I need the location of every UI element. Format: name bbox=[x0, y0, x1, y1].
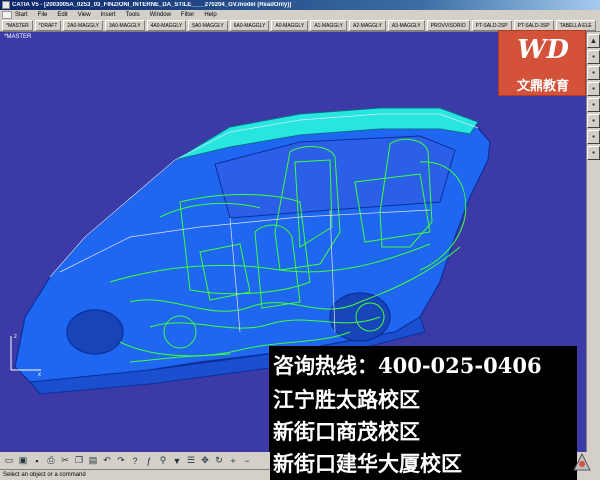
ad-campus-3: 新街口建华大厦校区 bbox=[273, 451, 462, 476]
menu-help[interactable]: Help bbox=[204, 12, 216, 18]
catia-app-icon bbox=[2, 1, 10, 9]
menu-edit[interactable]: Edit bbox=[57, 12, 67, 18]
tool-button-select[interactable]: ▲ bbox=[587, 34, 600, 48]
tool-button-5[interactable]: ▪ bbox=[587, 98, 600, 112]
menu-bar: Start File Edit View Insert Tools Window… bbox=[0, 10, 600, 20]
layer-tab-5a0[interactable]: 5A0-MAGGLY bbox=[188, 20, 228, 31]
tree-icon[interactable]: ☰ bbox=[185, 455, 197, 467]
zoom-out-icon[interactable]: − bbox=[241, 455, 253, 467]
menu-tools[interactable]: Tools bbox=[126, 12, 140, 18]
tool-button-8[interactable]: ▪ bbox=[587, 146, 600, 160]
menu-start[interactable]: Start bbox=[15, 12, 28, 18]
tool-button-3[interactable]: ▪ bbox=[587, 66, 600, 80]
layer-tab-master[interactable]: *MASTER bbox=[2, 20, 33, 31]
rear-wheel-arch bbox=[329, 292, 391, 342]
axis-x-label: x bbox=[38, 372, 41, 378]
search-icon[interactable]: ⚲ bbox=[157, 455, 169, 467]
open-icon[interactable]: ▣ bbox=[17, 455, 29, 467]
layer-tab-draft[interactable]: *DRAFT bbox=[34, 20, 62, 31]
tool-button-4[interactable]: ▪ bbox=[587, 82, 600, 96]
axis-z-label: z bbox=[14, 334, 17, 340]
layer-tab-4a0[interactable]: 4A0-MAGGLY bbox=[146, 20, 187, 31]
copy-icon[interactable]: ❐ bbox=[73, 455, 85, 467]
menu-insert[interactable]: Insert bbox=[101, 12, 116, 18]
ad-campus-2: 新街口商茂校区 bbox=[273, 419, 420, 444]
layer-tab-a2[interactable]: A2-MAGGLY bbox=[349, 20, 386, 31]
logo-name: 文鼎教育 bbox=[516, 79, 569, 94]
layer-tab-a1[interactable]: A1-MAGGLY bbox=[310, 20, 347, 31]
filter-icon[interactable]: ▼ bbox=[171, 455, 183, 467]
logo-mark: WD bbox=[517, 35, 569, 65]
save-icon[interactable]: ▪ bbox=[31, 455, 43, 467]
tool-button-2[interactable]: ▪ bbox=[587, 50, 600, 64]
layer-tab-a0[interactable]: A0-MAGGLY bbox=[271, 20, 309, 31]
tool-button-7[interactable]: ▪ bbox=[587, 130, 600, 144]
catia-logo-icon bbox=[573, 452, 591, 471]
layer-tab-3a0[interactable]: 3A0-MAGGLY bbox=[105, 20, 145, 31]
advertisement-overlay: 咨询热线：400-025-0406 江宁胜太路校区 新街口商茂校区 新街口建华大… bbox=[269, 346, 577, 480]
formula-icon[interactable]: ƒ bbox=[143, 455, 155, 467]
title-bar: CATIA V5 - [2003005A_0253_03_FINZIONI_IN… bbox=[0, 0, 600, 10]
front-wheel-arch bbox=[66, 309, 124, 355]
menu-file[interactable]: File bbox=[38, 12, 48, 18]
watermark-logo: WD 文鼎教育 bbox=[498, 30, 586, 96]
right-tool-strip: ▲ ▪ ▪ ▪ ▪ ▪ ▪ ▪ bbox=[586, 32, 600, 452]
catia-window: CATIA V5 - [2003005A_0253_03_FINZIONI_IN… bbox=[0, 0, 600, 480]
pan-icon[interactable]: ✥ bbox=[199, 455, 211, 467]
paste-icon[interactable]: ▤ bbox=[87, 455, 99, 467]
catia-menu-icon[interactable] bbox=[2, 11, 12, 19]
ad-hotline: 咨询热线：400-025-0406 bbox=[273, 353, 542, 378]
tool-button-6[interactable]: ▪ bbox=[587, 114, 600, 128]
rotate-icon[interactable]: ↻ bbox=[213, 455, 225, 467]
layer-tab-6a0[interactable]: 6A0-MAGGLY bbox=[229, 20, 270, 31]
ad-campus-1: 江宁胜太路校区 bbox=[273, 387, 420, 412]
menu-filter[interactable]: Filter bbox=[181, 12, 194, 18]
undo-icon[interactable]: ↶ bbox=[101, 455, 113, 467]
status-bar: Select an object or a command bbox=[0, 469, 270, 480]
redo-icon[interactable]: ↷ bbox=[115, 455, 127, 467]
print-icon[interactable]: ⎙ bbox=[45, 455, 57, 467]
active-layer-label: *MASTER bbox=[4, 34, 32, 40]
help-icon[interactable]: ? bbox=[129, 455, 141, 467]
cut-icon[interactable]: ✂ bbox=[59, 455, 71, 467]
new-icon[interactable]: ▭ bbox=[3, 455, 15, 467]
layer-tab-2a0[interactable]: 2A0-MAGGLY bbox=[63, 20, 103, 31]
menu-window[interactable]: Window bbox=[150, 12, 171, 18]
menu-view[interactable]: View bbox=[78, 12, 91, 18]
standard-toolbar: ▭ ▣ ▪ ⎙ ✂ ❐ ▤ ↶ ↷ ? ƒ ⚲ ▼ ☰ ✥ ↻ + − bbox=[0, 452, 270, 469]
window-title: CATIA V5 - [2003005A_0253_03_FINZIONI_IN… bbox=[12, 2, 292, 8]
layer-tab-provvisorio[interactable]: PROVVISORIO bbox=[426, 20, 470, 31]
status-text: Select an object or a command bbox=[3, 472, 86, 478]
layer-tab-a3[interactable]: A3-MAGGLY bbox=[387, 20, 425, 31]
axis-triad: z x bbox=[5, 330, 45, 380]
zoom-in-icon[interactable]: + bbox=[227, 455, 239, 467]
